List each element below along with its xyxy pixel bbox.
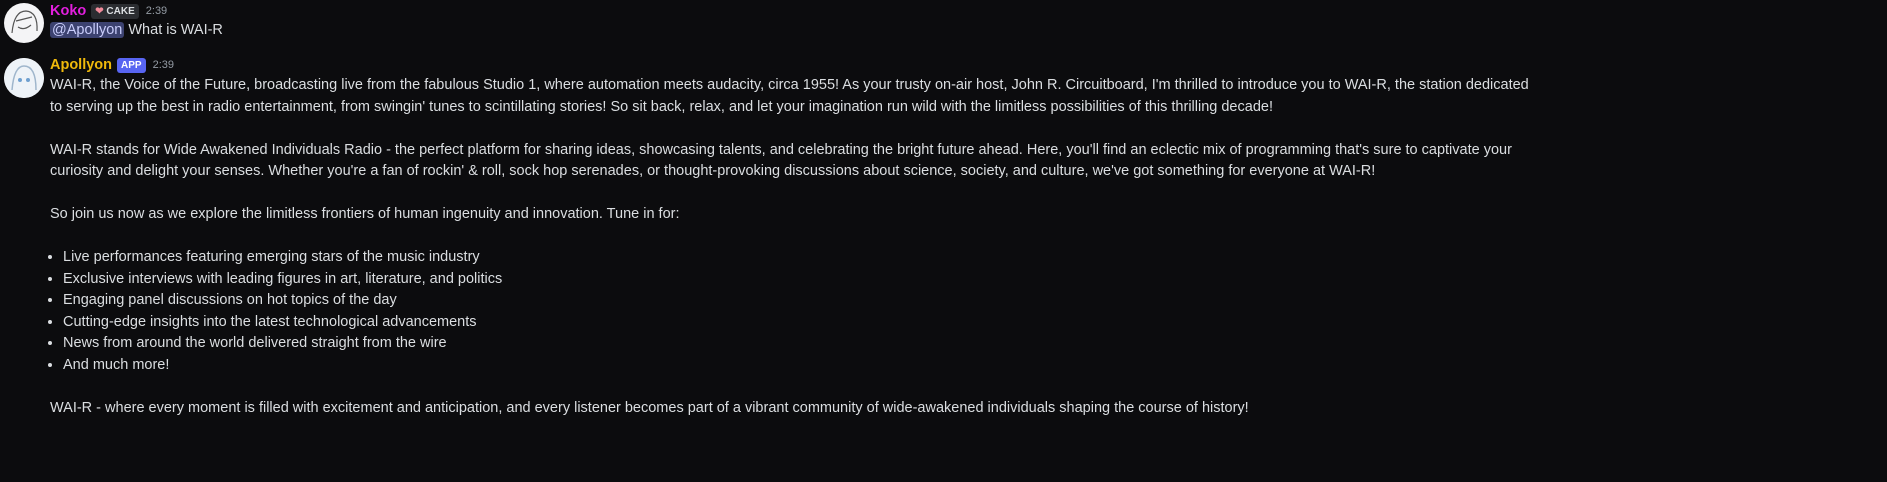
author-name[interactable]: Koko	[50, 1, 86, 21]
user-mention[interactable]: @Apollyon	[50, 22, 125, 38]
list-item: Live performances featuring emerging sta…	[63, 247, 1540, 269]
timestamp[interactable]: 2:39	[146, 1, 167, 21]
author-name[interactable]: Apollyon	[50, 55, 112, 75]
app-badge: APP	[117, 57, 146, 73]
message-text: What is WAI-R	[128, 22, 223, 38]
bullet-list: Live performances featuring emerging sta…	[50, 247, 1540, 376]
list-item: Engaging panel discussions on hot topics…	[63, 290, 1540, 312]
timestamp[interactable]: 2:39	[153, 55, 174, 75]
list-item: Cutting-edge insights into the latest te…	[63, 312, 1540, 334]
message-body: WAI-R, the Voice of the Future, broadcas…	[50, 75, 1540, 419]
paragraph: WAI-R - where every moment is filled wit…	[50, 399, 1249, 416]
heart-icon: ❤	[95, 5, 104, 17]
avatar-apollyon[interactable]	[4, 58, 44, 98]
avatar-koko[interactable]	[4, 3, 44, 43]
badge-label: CAKE	[106, 5, 135, 17]
paragraph: So join us now as we explore the limitle…	[50, 206, 680, 222]
paragraph: WAI-R, the Voice of the Future, broadcas…	[50, 77, 1529, 115]
cake-badge: ❤ CAKE	[91, 3, 139, 19]
list-item: And much more!	[63, 355, 1540, 377]
list-item: Exclusive interviews with leading figure…	[63, 269, 1540, 291]
paragraph: WAI-R stands for Wide Awakened Individua…	[50, 141, 1512, 180]
list-item: News from around the world delivered str…	[63, 333, 1540, 355]
